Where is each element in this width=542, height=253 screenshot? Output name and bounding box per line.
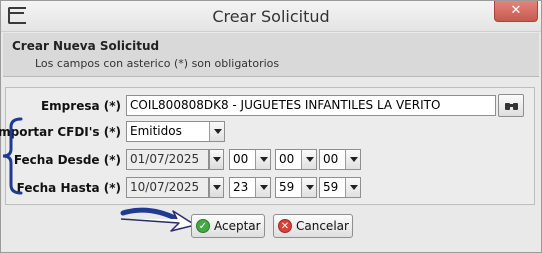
chevron-down-icon: [345, 150, 360, 169]
dialog-window: Crear Solicitud ✕ Crear Nueva Solicitud …: [0, 0, 542, 253]
chevron-down-icon: [301, 178, 316, 197]
window-title: Crear Solicitud: [212, 7, 330, 26]
fecha-hasta-date-input[interactable]: 10/07/2025: [126, 177, 209, 198]
close-button[interactable]: ✕: [494, 1, 538, 22]
fecha-hasta-second-value: 59: [323, 180, 339, 194]
cancel-button[interactable]: ✕ Cancelar: [273, 214, 353, 238]
x-circle-icon: ✕: [278, 219, 292, 233]
form-header: Crear Nueva Solicitud Los campos con ast…: [3, 33, 539, 77]
fecha-desde-minute-select[interactable]: 00: [275, 149, 317, 170]
accept-button[interactable]: ✓ Aceptar: [191, 214, 265, 238]
fecha-desde-second-select[interactable]: 00: [319, 149, 361, 170]
fecha-hasta-minute-value: 59: [279, 180, 295, 194]
fecha-desde-hour-select[interactable]: 00: [229, 149, 271, 170]
fecha-hasta-hour-select[interactable]: 23: [229, 177, 271, 198]
cancel-button-label: Cancelar: [296, 219, 349, 233]
importar-selected-value: Emitidos: [130, 124, 182, 138]
empresa-lookup-button[interactable]: [498, 94, 524, 117]
fecha-desde-minute-value: 00: [279, 152, 295, 166]
chevron-down-icon: [345, 178, 360, 197]
annotation-brace: [2, 117, 23, 195]
empresa-label: Empresa (*): [40, 99, 121, 113]
chevron-down-icon: [255, 150, 270, 169]
fecha-hasta-second-select[interactable]: 59: [319, 177, 361, 198]
chevron-down-icon: [255, 178, 270, 197]
fecha-hasta-hour-value: 23: [233, 180, 249, 194]
annotation-arrow: [120, 207, 196, 232]
fecha-desde-label: Fecha Desde (*): [13, 153, 121, 167]
chevron-down-icon: [209, 122, 224, 141]
fecha-desde-date-input[interactable]: 01/07/2025: [126, 149, 209, 170]
fecha-desde-second-value: 00: [323, 152, 339, 166]
chevron-down-icon: [301, 150, 316, 169]
fecha-hasta-minute-select[interactable]: 59: [275, 177, 317, 198]
fecha-hasta-calendar-button[interactable]: [209, 177, 224, 198]
form-title: Crear Nueva Solicitud: [12, 39, 160, 53]
empresa-input[interactable]: COIL800808DK8 - JUGUETES INFANTILES LA V…: [126, 95, 496, 116]
importar-select[interactable]: Emitidos: [126, 121, 225, 142]
fecha-desde-calendar-button[interactable]: [209, 149, 224, 170]
binoculars-icon: [505, 101, 518, 110]
accept-button-label: Aceptar: [214, 219, 261, 233]
form-subtitle: Los campos con asterico (*) son obligato…: [35, 57, 280, 70]
fecha-hasta-label: Fecha Hasta (*): [16, 181, 121, 195]
fecha-desde-hour-value: 00: [233, 152, 249, 166]
title-bar: Crear Solicitud ✕: [1, 1, 541, 32]
check-circle-icon: ✓: [196, 219, 210, 233]
